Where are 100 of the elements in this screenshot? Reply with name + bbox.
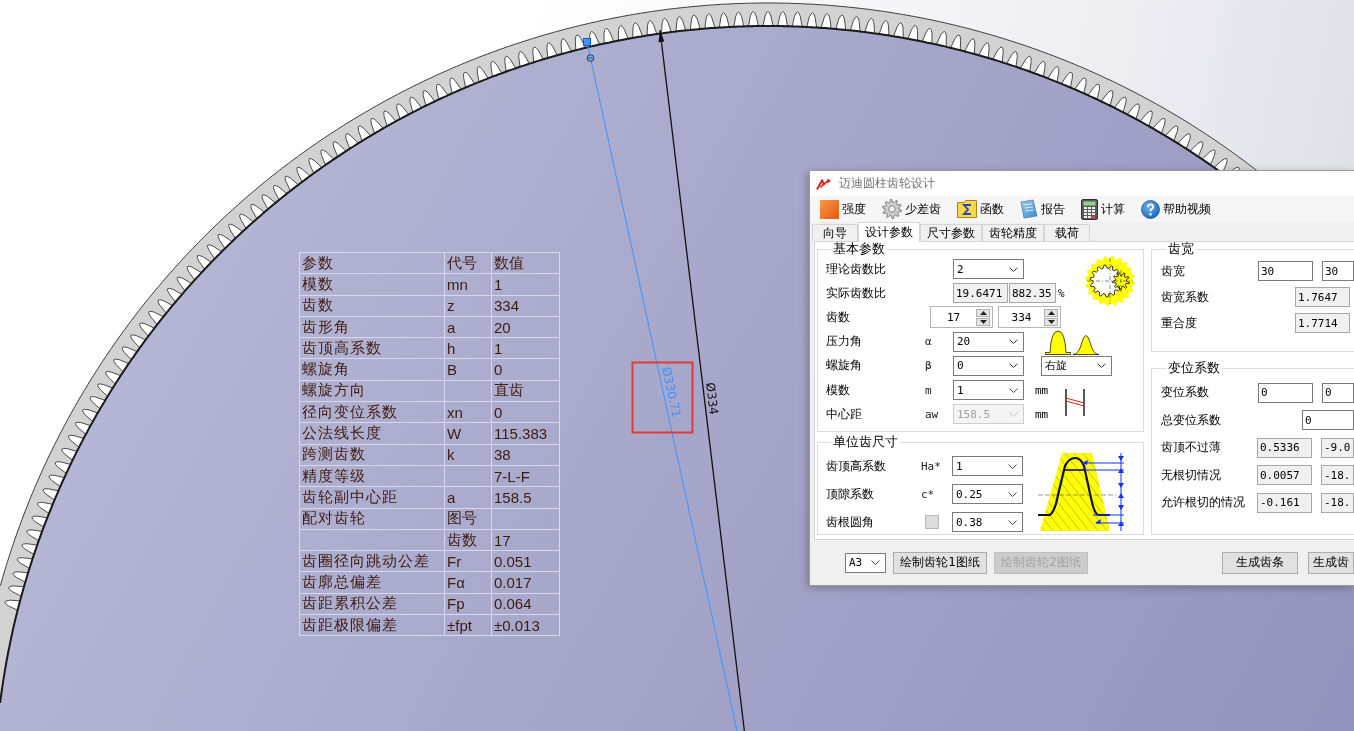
- unit-label: mm: [1035, 383, 1049, 397]
- down-triangle-icon: [979, 319, 987, 324]
- readonly-field: 0.5336: [1257, 437, 1312, 458]
- dimension-text: Ø330.71: [659, 365, 684, 419]
- input-field[interactable]: 0: [1302, 410, 1354, 431]
- tab[interactable]: 设计参数: [858, 222, 920, 242]
- chevron-down-icon: [1009, 387, 1018, 393]
- table-cell: 17: [492, 529, 560, 552]
- table-cell: Fp: [445, 593, 492, 616]
- column-header: 代号: [445, 253, 492, 275]
- toolbar-button[interactable]: 函数: [957, 198, 1004, 220]
- table-cell: 直齿: [492, 380, 560, 403]
- table-cell: 配对齿轮: [300, 508, 445, 530]
- field-label: 模数: [826, 381, 851, 399]
- readonly-field: -18.: [1321, 465, 1354, 486]
- table-cell: a: [445, 487, 492, 509]
- readonly-field: 1.7647: [1295, 287, 1350, 307]
- endpoint-handle[interactable]: [583, 38, 591, 46]
- dropdown[interactable]: 1: [953, 380, 1024, 401]
- table-cell: mn: [445, 274, 492, 296]
- readonly-field: -0.161: [1257, 492, 1312, 513]
- table-cell: 齿距累积公差: [300, 593, 445, 616]
- spin-up-button[interactable]: [976, 308, 990, 317]
- dropdown[interactable]: 0: [953, 355, 1024, 376]
- spin-field[interactable]: 17: [930, 306, 993, 329]
- input-field[interactable]: 30: [1322, 261, 1354, 281]
- tab[interactable]: 载荷: [1044, 224, 1090, 241]
- field-label: 齿根圆角: [826, 513, 875, 531]
- table-cell: 334: [492, 295, 560, 317]
- toolbar-button[interactable]: 少差齿: [882, 198, 941, 220]
- symbol-label: β: [925, 359, 933, 373]
- chevron-down-icon: [1097, 363, 1106, 369]
- table-cell: ±0.013: [492, 615, 560, 637]
- field-label: 中心距: [826, 405, 863, 423]
- dropdown[interactable]: 右旋: [1041, 355, 1112, 376]
- table-cell: 齿圈径向跳动公差: [300, 551, 445, 573]
- table-cell: 0: [492, 359, 560, 381]
- spin-down-button[interactable]: [1044, 317, 1058, 326]
- table-cell: 0.051: [492, 551, 560, 573]
- table-cell: Fα: [445, 572, 492, 594]
- readonly-field: 1.7714: [1295, 313, 1350, 333]
- table-cell: 跨测齿数: [300, 444, 445, 466]
- field-label: 变位系数: [1161, 384, 1209, 402]
- chevron-down-icon: [1009, 363, 1018, 369]
- gear-mesh-icon: [1085, 256, 1135, 307]
- field-label: 允许根切的情况: [1161, 494, 1245, 512]
- chevron-down-icon: [1009, 266, 1018, 272]
- button[interactable]: 绘制齿轮1图纸: [893, 551, 987, 574]
- toolbar-button[interactable]: 计算: [1081, 198, 1125, 220]
- tab[interactable]: 尺寸参数: [920, 224, 982, 241]
- button[interactable]: 生成齿条: [1222, 551, 1298, 574]
- field-label: 齿宽系数: [1161, 288, 1209, 306]
- empty-table-cell: [492, 508, 560, 530]
- table-cell: 齿数: [445, 529, 492, 552]
- empty-table-cell: [445, 465, 492, 488]
- table-cell: 齿形角: [300, 316, 445, 339]
- input-field[interactable]: 0: [1258, 382, 1313, 403]
- group-title: 基本参数: [832, 242, 886, 256]
- up-triangle-icon: [979, 310, 987, 315]
- empty-table-cell: [445, 380, 492, 403]
- table-cell: B: [445, 359, 492, 381]
- spin-down-button[interactable]: [976, 317, 990, 326]
- chevron-down-icon: [1009, 411, 1018, 417]
- field-label: 齿顶不过薄: [1161, 439, 1221, 457]
- unit-label: %: [1058, 286, 1065, 300]
- dropdown[interactable]: 20: [953, 331, 1024, 352]
- table-cell: 图号: [445, 508, 492, 530]
- toolbar-button[interactable]: 帮助视频: [1141, 198, 1211, 220]
- tab[interactable]: 向导: [812, 224, 858, 241]
- toolbar-button[interactable]: 报告: [1020, 198, 1065, 220]
- gear-icon: [882, 199, 902, 219]
- sigma-icon: [957, 200, 977, 218]
- toolbar-button[interactable]: 强度: [820, 198, 866, 220]
- spin-field[interactable]: 334: [998, 306, 1061, 329]
- field-label: 总变位系数: [1161, 411, 1221, 429]
- dropdown[interactable]: A3: [845, 552, 886, 573]
- helix-lines-icon: [1065, 388, 1085, 416]
- dropdown[interactable]: 2: [953, 259, 1024, 280]
- dropdown[interactable]: 1: [952, 456, 1023, 476]
- column-header: 数值: [492, 253, 560, 275]
- table-cell: z: [445, 295, 492, 317]
- spin-up-button[interactable]: [1044, 308, 1058, 317]
- group-title: 单位齿尺寸: [832, 435, 899, 449]
- document-icon: [1020, 199, 1038, 219]
- group-title: 齿宽: [1167, 242, 1195, 256]
- table-cell: 精度等级: [300, 465, 445, 488]
- tab[interactable]: 齿轮精度: [982, 224, 1044, 241]
- input-field[interactable]: 0: [1322, 382, 1354, 403]
- table-cell: 1: [492, 338, 560, 360]
- dropdown[interactable]: 0.38: [952, 512, 1023, 532]
- field-label: 齿数: [826, 308, 851, 326]
- symbol-label: m: [925, 383, 933, 397]
- field-label: 压力角: [826, 333, 863, 351]
- table-cell: h: [445, 338, 492, 360]
- chevron-down-icon: [1008, 519, 1017, 525]
- chevron-down-icon: [1008, 491, 1017, 497]
- table-cell: 115.383: [492, 423, 560, 445]
- dropdown[interactable]: 0.25: [952, 484, 1023, 504]
- input-field[interactable]: 30: [1258, 261, 1313, 281]
- button[interactable]: 生成齿: [1308, 551, 1354, 574]
